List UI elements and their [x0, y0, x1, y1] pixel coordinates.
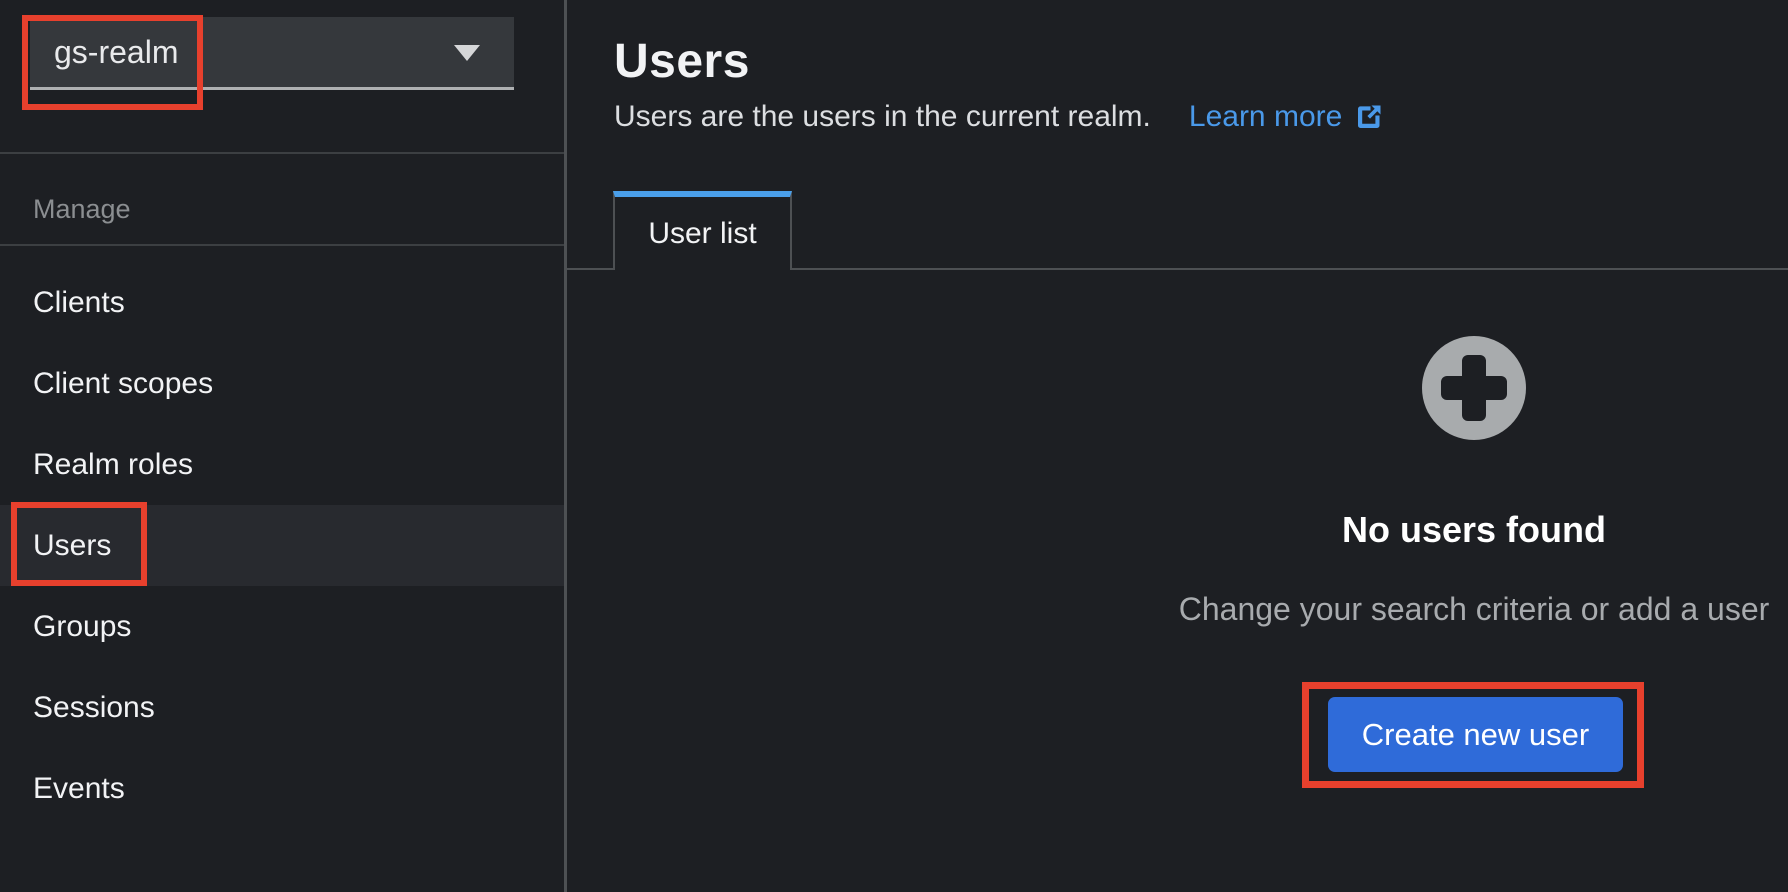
- sidebar-nav: Clients Client scopes Realm roles Users …: [0, 262, 564, 829]
- sidebar-item-label: Realm roles: [33, 448, 193, 482]
- tab-user-list[interactable]: User list: [613, 191, 792, 270]
- learn-more-link[interactable]: Learn more: [1189, 96, 1384, 138]
- sidebar-divider: [0, 244, 564, 246]
- sidebar-item-users[interactable]: Users: [0, 505, 564, 586]
- create-new-user-button[interactable]: Create new user: [1328, 697, 1623, 772]
- sidebar-item-label: Users: [33, 529, 111, 563]
- sidebar-item-events[interactable]: Events: [0, 748, 564, 829]
- sidebar-divider: [0, 152, 564, 154]
- sidebar-item-sessions[interactable]: Sessions: [0, 667, 564, 748]
- sidebar-item-label: Events: [33, 772, 125, 806]
- realm-selector[interactable]: gs-realm: [30, 17, 514, 90]
- sidebar-item-clients[interactable]: Clients: [0, 262, 564, 343]
- sidebar-section-manage: Manage: [33, 192, 131, 226]
- sidebar-item-client-scopes[interactable]: Client scopes: [0, 343, 564, 424]
- main-content: Users Users are the users in the current…: [567, 0, 1788, 892]
- sidebar: gs-realm Manage Clients Client scopes Re…: [0, 0, 567, 892]
- keycloak-admin-console: gs-realm Manage Clients Client scopes Re…: [0, 0, 1788, 892]
- sidebar-item-label: Groups: [33, 610, 131, 644]
- tab-label: User list: [648, 217, 756, 251]
- empty-state-title: No users found: [1160, 506, 1788, 554]
- sidebar-item-groups[interactable]: Groups: [0, 586, 564, 667]
- sidebar-item-label: Clients: [33, 286, 125, 320]
- empty-state-description: Change your search criteria or add a use…: [1130, 588, 1788, 630]
- realm-selector-value: gs-realm: [54, 34, 178, 71]
- sidebar-item-realm-roles[interactable]: Realm roles: [0, 424, 564, 505]
- page-description: Users are the users in the current realm…: [614, 96, 1151, 138]
- chevron-down-icon: [454, 45, 480, 61]
- sidebar-item-label: Client scopes: [33, 367, 213, 401]
- add-circle-icon: [1422, 336, 1526, 440]
- page-description-row: Users are the users in the current realm…: [614, 96, 1384, 138]
- plus-bar: [1462, 355, 1486, 421]
- sidebar-item-label: Sessions: [33, 691, 155, 725]
- page-title: Users: [614, 34, 750, 90]
- external-link-icon: [1354, 102, 1384, 132]
- learn-more-label: Learn more: [1189, 96, 1342, 138]
